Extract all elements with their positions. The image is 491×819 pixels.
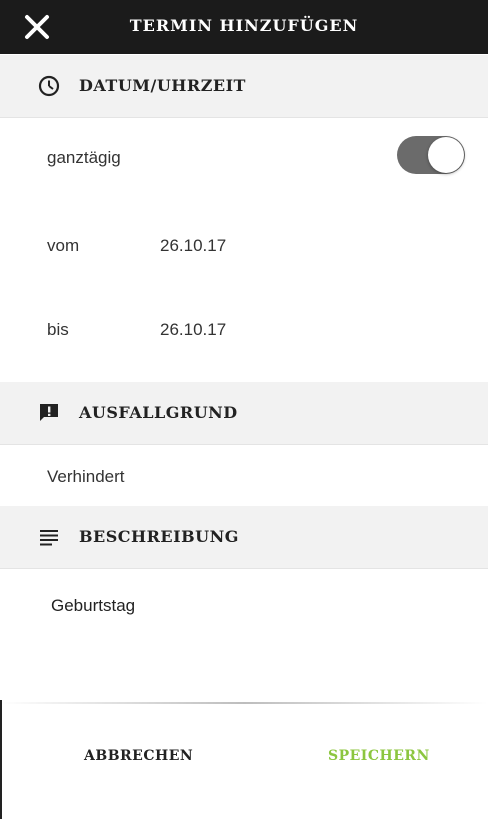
allday-toggle[interactable] xyxy=(397,136,465,174)
reason-select[interactable]: Verhindert xyxy=(47,467,125,487)
top-bar: TERMIN HINZUFÜGEN xyxy=(0,0,488,54)
section-title-description: BESCHREIBUNG xyxy=(79,527,239,546)
section-title-datetime: DATUM/UHRZEIT xyxy=(79,76,246,95)
alert-message-icon xyxy=(40,404,58,421)
cancel-button[interactable]: ABBRECHEN xyxy=(84,748,193,764)
allday-label: ganztägig xyxy=(47,148,121,167)
left-edge xyxy=(0,700,2,819)
clock-icon xyxy=(38,75,60,97)
from-label: vom xyxy=(47,236,80,255)
section-title-reason: AUSFALLGRUND xyxy=(79,403,238,422)
page-title: TERMIN HINZUFÜGEN xyxy=(129,16,359,35)
to-label: bis xyxy=(47,320,69,339)
footer-divider xyxy=(0,702,488,704)
add-appointment-screen: TERMIN HINZUFÜGEN DATUM/UHRZEIT ganztägi… xyxy=(0,0,488,819)
save-button[interactable]: SPEICHERN xyxy=(328,748,430,764)
section-header-reason: AUSFALLGRUND xyxy=(0,382,488,445)
to-date-field[interactable]: 26.10.17 xyxy=(160,320,226,340)
section-header-description: BESCHREIBUNG xyxy=(0,506,488,569)
toggle-knob xyxy=(428,137,464,173)
description-textarea[interactable]: Geburtstag xyxy=(51,596,135,616)
from-date-field[interactable]: 26.10.17 xyxy=(160,236,226,256)
notes-icon xyxy=(40,530,58,546)
section-header-datetime: DATUM/UHRZEIT xyxy=(0,55,488,118)
